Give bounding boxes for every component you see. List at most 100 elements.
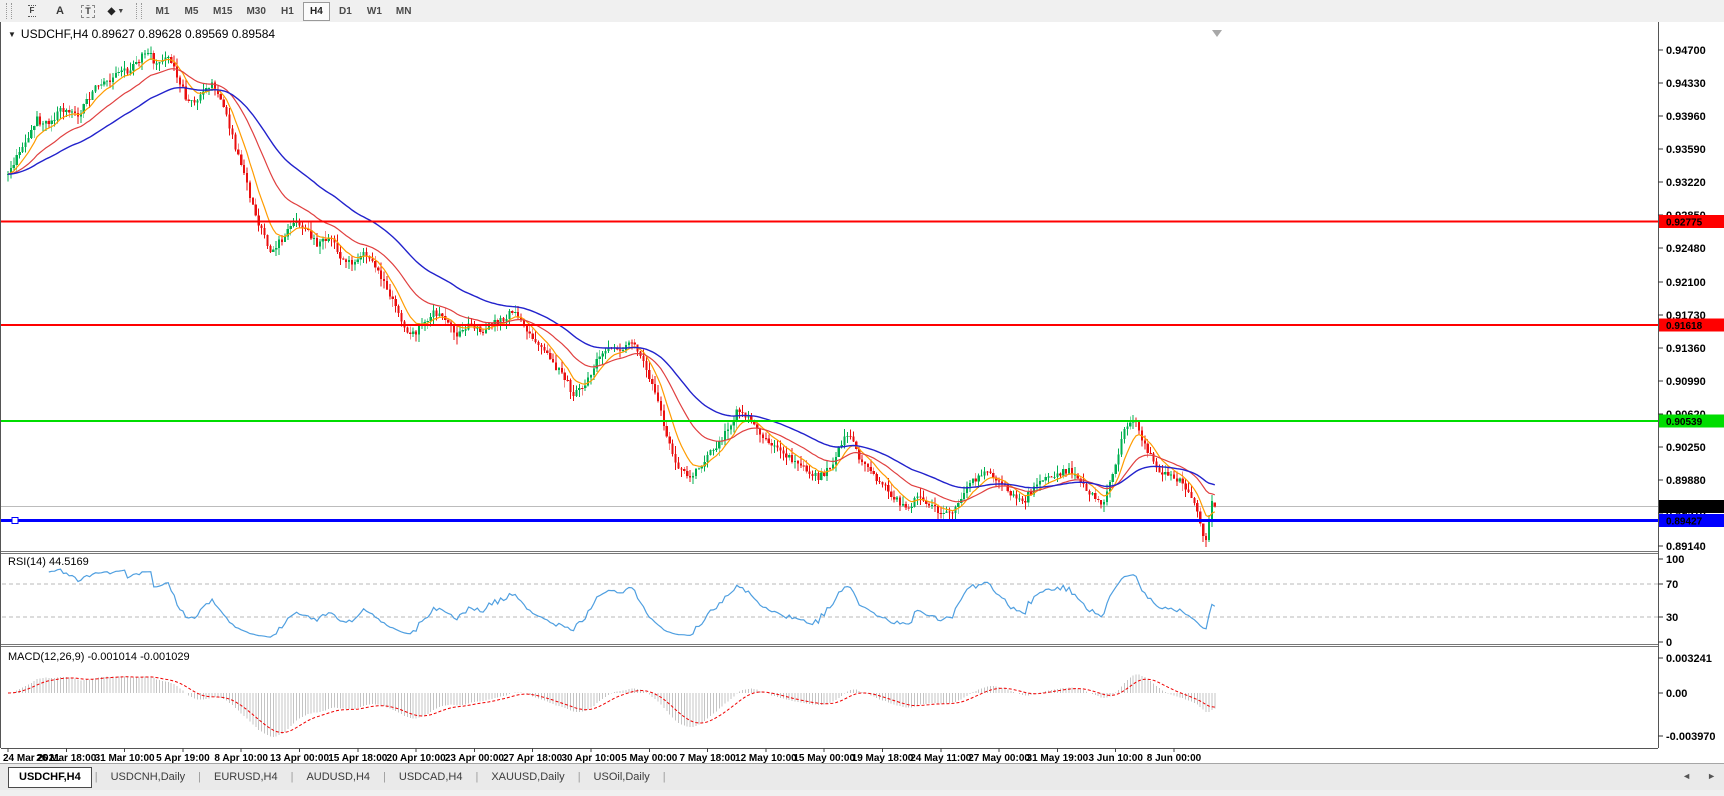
svg-text:0.90990: 0.90990 bbox=[1666, 376, 1706, 388]
macd-indicator-label: MACD(12,26,9) -0.001014 -0.001029 bbox=[8, 651, 190, 663]
svg-text:23 Apr 00:00: 23 Apr 00:00 bbox=[445, 753, 505, 763]
dropdown-arrow-icon[interactable]: ▼ bbox=[117, 8, 124, 15]
time-axis[interactable]: 24 Mar 202126 Mar 18:0031 Mar 10:00 5 Apr… bbox=[3, 748, 1202, 763]
svg-text:8 Apr 10:00: 8 Apr 10:00 bbox=[214, 753, 268, 763]
timeframe-mn-button[interactable]: MN bbox=[390, 2, 418, 21]
svg-text:0.89427: 0.89427 bbox=[1666, 516, 1703, 527]
rsi-pane[interactable]: 100 70 30 0 bbox=[2, 554, 1684, 649]
svg-text:0.91618: 0.91618 bbox=[1666, 321, 1703, 332]
text-tool-button[interactable]: A bbox=[48, 2, 72, 20]
timeframe-group: M1 M5 M15 M30 H1 H4 D1 W1 MN bbox=[148, 0, 418, 22]
svg-text:0.90539: 0.90539 bbox=[1666, 417, 1703, 428]
tabs-scroll-left-button[interactable]: ◄ bbox=[1682, 771, 1691, 781]
text-icon: A bbox=[56, 5, 64, 17]
svg-text:30 Apr 10:00: 30 Apr 10:00 bbox=[561, 753, 621, 763]
svg-text:70: 70 bbox=[1666, 579, 1678, 591]
svg-text:0.90250: 0.90250 bbox=[1666, 442, 1706, 454]
svg-text:0.00: 0.00 bbox=[1666, 688, 1687, 700]
svg-text:20 Apr 10:00: 20 Apr 10:00 bbox=[387, 753, 447, 763]
svg-text:27 May 00:00: 27 May 00:00 bbox=[968, 753, 1030, 763]
rsi-indicator-label: RSI(14) 44.5169 bbox=[8, 556, 89, 568]
svg-text:0.89584: 0.89584 bbox=[1666, 502, 1703, 513]
timeframe-m1-button[interactable]: M1 bbox=[149, 2, 176, 21]
svg-text:0.89140: 0.89140 bbox=[1666, 541, 1706, 553]
tab-usdcnh[interactable]: USDCNH,Daily bbox=[101, 768, 196, 787]
timeframe-m15-button[interactable]: M15 bbox=[207, 2, 238, 21]
tab-separator: | bbox=[383, 771, 386, 783]
timeframe-h4-button[interactable]: H4 bbox=[302, 1, 330, 21]
svg-text:19 May 18:00: 19 May 18:00 bbox=[852, 753, 914, 763]
svg-text:100: 100 bbox=[1666, 554, 1684, 566]
fibonacci-icon: F bbox=[27, 5, 37, 17]
tab-usdchf[interactable]: USDCHF,H4 bbox=[8, 766, 92, 788]
tabs-scroll-right-button[interactable]: ► bbox=[1707, 771, 1716, 781]
svg-text:0.93960: 0.93960 bbox=[1666, 111, 1706, 123]
svg-text:15 May 00:00: 15 May 00:00 bbox=[793, 753, 855, 763]
chart-title: ▼ USDCHF,H4 0.89627 0.89628 0.89569 0.89… bbox=[8, 27, 275, 41]
tab-separator: | bbox=[475, 771, 479, 783]
svg-text:31 May 19:00: 31 May 19:00 bbox=[1027, 753, 1089, 763]
svg-text:30: 30 bbox=[1666, 612, 1678, 624]
shapes-icon: ◆ bbox=[107, 5, 116, 17]
toolbar-grip[interactable] bbox=[136, 3, 142, 19]
symbol-dropdown-icon[interactable]: ▼ bbox=[8, 30, 16, 39]
svg-text:0.89880: 0.89880 bbox=[1666, 475, 1706, 487]
tab-separator: | bbox=[577, 771, 581, 783]
svg-text:0.003241: 0.003241 bbox=[1666, 653, 1712, 665]
svg-text:-0.003970: -0.003970 bbox=[1666, 731, 1716, 743]
horizontal-lines[interactable]: 0.92775 0.91618 0.90539 0.89584 0.89427 bbox=[1, 215, 1724, 527]
svg-text:12 May 10:00: 12 May 10:00 bbox=[735, 753, 797, 763]
svg-text:0: 0 bbox=[1666, 637, 1672, 649]
tab-separator: | bbox=[290, 771, 294, 783]
label-icon: T bbox=[81, 4, 95, 18]
top-toolbar: F A T ◆ ▼ M1 M5 M15 M30 H1 H4 D1 W1 MN bbox=[0, 0, 1724, 23]
tab-xauusd[interactable]: XAUUSD,Daily bbox=[481, 768, 574, 787]
tab-eurusd[interactable]: EURUSD,H4 bbox=[204, 768, 288, 787]
timeframe-d1-button[interactable]: D1 bbox=[332, 2, 359, 21]
chart-tabs-bar: USDCHF,H4 | USDCNH,Daily | EURUSD,H4 | AUDUSD,… bbox=[0, 763, 1724, 790]
tab-separator: | bbox=[198, 771, 202, 783]
svg-text:0.92775: 0.92775 bbox=[1666, 218, 1703, 229]
tab-separator: | bbox=[662, 771, 666, 783]
timeframe-m30-button[interactable]: M30 bbox=[240, 2, 271, 21]
chart-area[interactable]: 0.947000.943300.939600.935900.932200.928… bbox=[0, 22, 1724, 763]
svg-text:5 Apr 19:00: 5 Apr 19:00 bbox=[156, 753, 210, 763]
timeframe-m5-button[interactable]: M5 bbox=[178, 2, 205, 21]
svg-text:5 May 00:00: 5 May 00:00 bbox=[621, 753, 678, 763]
label-tool-button[interactable]: T bbox=[76, 2, 100, 20]
toolbar-grip[interactable] bbox=[6, 3, 12, 19]
svg-text:0.93220: 0.93220 bbox=[1666, 177, 1706, 189]
fibonacci-tool-button[interactable]: F bbox=[20, 2, 44, 20]
svg-text:27 Apr 18:00: 27 Apr 18:00 bbox=[503, 753, 563, 763]
svg-text:0.92480: 0.92480 bbox=[1666, 243, 1706, 255]
candles[interactable] bbox=[6, 46, 1216, 547]
timeframe-h1-button[interactable]: H1 bbox=[274, 2, 301, 21]
pane-borders bbox=[0, 22, 1659, 749]
svg-text:26 Mar 18:00: 26 Mar 18:00 bbox=[36, 753, 96, 763]
shapes-tool-button[interactable]: ◆ ▼ bbox=[104, 2, 128, 20]
timeframe-w1-button[interactable]: W1 bbox=[361, 2, 388, 21]
svg-text:31 Mar 10:00: 31 Mar 10:00 bbox=[95, 753, 155, 763]
macd-pane[interactable]: 0.003241 0.00 -0.003970 bbox=[7, 653, 1716, 743]
svg-text:3 Jun 10:00: 3 Jun 10:00 bbox=[1088, 753, 1143, 763]
price-axis[interactable]: 0.947000.943300.939600.935900.932200.928… bbox=[1658, 45, 1706, 553]
moving-averages bbox=[7, 57, 1216, 518]
svg-text:0.94700: 0.94700 bbox=[1666, 45, 1706, 57]
chart-shift-marker[interactable] bbox=[1212, 30, 1222, 37]
svg-text:15 Apr 18:00: 15 Apr 18:00 bbox=[328, 753, 388, 763]
svg-text:0.93590: 0.93590 bbox=[1666, 144, 1706, 156]
chart-title-text: USDCHF,H4 0.89627 0.89628 0.89569 0.8958… bbox=[20, 27, 276, 41]
svg-text:7 May 18:00: 7 May 18:00 bbox=[680, 753, 737, 763]
tab-separator: | bbox=[94, 771, 98, 783]
line-tools-group: F A T ◆ ▼ bbox=[18, 2, 130, 20]
svg-text:0.92100: 0.92100 bbox=[1666, 277, 1706, 289]
tabs-scroll-buttons: ◄ ► bbox=[1682, 771, 1716, 781]
tab-usdcad[interactable]: USDCAD,H4 bbox=[389, 768, 473, 787]
svg-text:8 Jun 00:00: 8 Jun 00:00 bbox=[1147, 753, 1202, 763]
svg-text:24 May 11:00: 24 May 11:00 bbox=[910, 753, 972, 763]
svg-text:0.94330: 0.94330 bbox=[1666, 78, 1706, 90]
svg-text:13 Apr 00:00: 13 Apr 00:00 bbox=[270, 753, 330, 763]
tab-audusd[interactable]: AUDUSD,H4 bbox=[296, 768, 380, 787]
tab-usoil[interactable]: USOil,Daily bbox=[584, 768, 660, 787]
svg-text:0.91360: 0.91360 bbox=[1666, 343, 1706, 355]
